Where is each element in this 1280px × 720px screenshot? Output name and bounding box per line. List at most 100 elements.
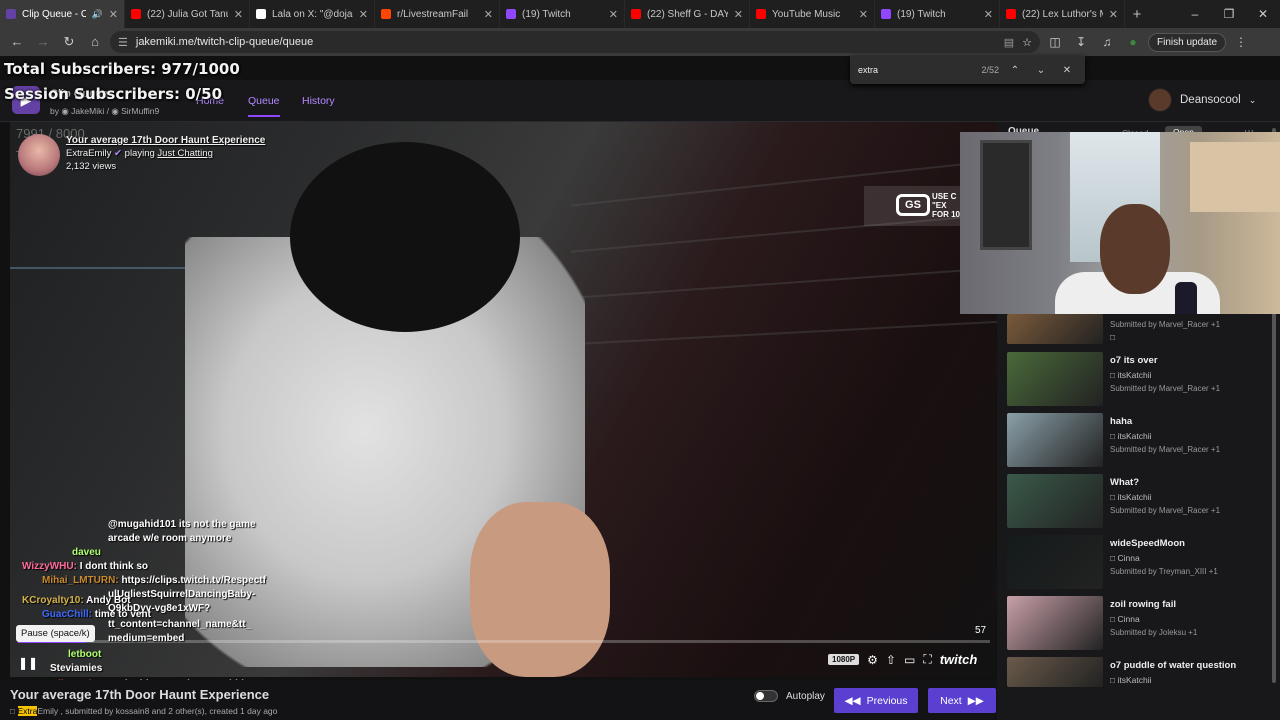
session-subscribers: Session Subscribers: 0/50 — [4, 85, 223, 103]
share-icon[interactable]: ⇧ — [886, 653, 896, 667]
settings-gear-icon[interactable]: ⚙ — [867, 653, 878, 667]
tab-close-icon[interactable]: ✕ — [234, 8, 243, 21]
browser-tab[interactable]: r/LivestreamFail ✕ — [375, 0, 500, 28]
twitch-watermark[interactable]: twitch — [940, 652, 978, 667]
browser-tab[interactable]: (22) Sheff G - DAY N ✕ — [625, 0, 750, 28]
author-link-jakemiki[interactable]: JakeMiki — [71, 106, 104, 116]
cast-icon[interactable]: ▭ — [904, 653, 915, 667]
clip-thumbnail[interactable] — [1007, 474, 1103, 528]
video-subject-hair — [290, 142, 520, 332]
sidebar-icon[interactable]: ◫ — [1044, 31, 1066, 53]
next-button[interactable]: Next ▶▶ — [928, 688, 996, 713]
bookmark-star-icon[interactable]: ☆ — [1022, 36, 1032, 49]
tab-title: (19) Twitch — [897, 8, 946, 20]
quality-badge[interactable]: 1080P — [828, 654, 860, 665]
queue-item[interactable]: o7 puddle of water question □ itsKatchii — [1007, 657, 1272, 713]
tab-close-icon[interactable]: ✕ — [1109, 8, 1118, 21]
find-prev-icon[interactable]: ⌃ — [1005, 65, 1025, 76]
download-icon[interactable]: ↧ — [1070, 31, 1092, 53]
tab-close-icon[interactable]: ✕ — [734, 8, 743, 21]
creator-link[interactable]: ExtraEmily — [66, 148, 111, 159]
find-close-icon[interactable]: ✕ — [1057, 65, 1077, 76]
media-icon[interactable]: ♫ — [1096, 31, 1118, 53]
maximize-icon[interactable]: ❐ — [1212, 0, 1246, 28]
autoplay-toggle[interactable]: Autoplay — [754, 690, 825, 702]
clip-title-link[interactable]: Your average 17th Door Haunt Experience — [66, 134, 265, 147]
chat-username[interactable]: Mihai_LMTURN: — [42, 575, 119, 586]
browser-tab[interactable]: (19) Twitch ✕ — [875, 0, 1000, 28]
sponsor-text: USE C "EX FOR 10 — [932, 192, 961, 219]
queue-item-submitter: Submitted by Marvel_Racer +1 — [1110, 320, 1221, 329]
tab-close-icon[interactable]: ✕ — [609, 8, 618, 21]
finish-update-button[interactable]: Finish update — [1148, 32, 1227, 52]
queue-item-title: zoil rowing fail — [1110, 599, 1176, 610]
clip-thumbnail[interactable] — [1007, 352, 1103, 406]
nav-history[interactable]: History — [302, 95, 335, 107]
browser-tab[interactable]: (19) Twitch ✕ — [500, 0, 625, 28]
tab-close-icon[interactable]: ✕ — [359, 8, 368, 21]
forward-icon[interactable]: → — [32, 31, 54, 53]
minimize-icon[interactable]: – — [1178, 0, 1212, 28]
chat-message: Steviamies — [50, 662, 102, 676]
chat-username[interactable]: GuacChill: — [42, 609, 92, 620]
clip-thumbnail[interactable] — [1007, 413, 1103, 467]
author-link-sirmuffin9[interactable]: SirMuffin9 — [121, 106, 159, 116]
clip-info: Your average 17th Door Haunt Experience … — [18, 134, 265, 176]
find-next-icon[interactable]: ⌄ — [1031, 65, 1051, 76]
find-indicator-icon[interactable]: ▤ — [1004, 36, 1014, 49]
extension-icon[interactable]: ● — [1122, 31, 1144, 53]
queue-item[interactable]: haha □ itsKatchii Submitted by Marvel_Race… — [1007, 413, 1272, 469]
clip-thumbnail[interactable] — [1007, 657, 1103, 687]
chat-username[interactable]: daveu — [72, 547, 101, 558]
speaker-icon[interactable]: 🔊 — [92, 9, 103, 20]
tab-title: Lala on X: "@dojasun — [272, 8, 353, 20]
browser-tab[interactable]: Clip Queue - Ope 🔊 ✕ — [0, 0, 125, 28]
previous-button[interactable]: ◀◀ Previous — [834, 688, 918, 713]
find-input[interactable]: extra — [858, 65, 975, 75]
queue-item[interactable]: □ Submitted by Marvel_Racer +1 — [1007, 314, 1272, 344]
chat-username[interactable]: Steviamies — [50, 663, 102, 674]
browser-tab[interactable]: YouTube Music ✕ — [750, 0, 875, 28]
user-menu[interactable]: Deansocool ⌄ — [1148, 88, 1256, 112]
sponsor-logo: GS — [896, 194, 930, 216]
reload-icon[interactable]: ↻ — [58, 31, 80, 53]
home-icon[interactable]: ⌂ — [84, 31, 106, 53]
nav-queue[interactable]: Queue — [248, 95, 280, 117]
game-link[interactable]: Just Chatting — [157, 148, 212, 159]
url-field[interactable]: ☰ jakemiki.me/twitch-clip-queue/queue ▤ … — [110, 31, 1040, 53]
chat-bubble-icon: □ — [1110, 492, 1116, 502]
fullscreen-icon[interactable]: ⛶ — [923, 652, 931, 667]
new-tab-icon[interactable]: + — [1125, 6, 1149, 23]
clip-thumbnail[interactable] — [1007, 314, 1103, 344]
close-window-icon[interactable]: ✕ — [1246, 0, 1280, 28]
chat-username[interactable]: letboot — [68, 649, 101, 660]
queue-item[interactable]: wideSpeedMoon □ Cinna Submitted by Treyman… — [1007, 535, 1272, 591]
autoplay-switch[interactable] — [754, 690, 778, 702]
url-text: jakemiki.me/twitch-clip-queue/queue — [135, 36, 314, 48]
browser-tab[interactable]: (22) Julia Got Tanuki ✕ — [125, 0, 250, 28]
chat-message: Mihai_LMTURN: https://clips.twitch.tv/Re… — [42, 574, 266, 588]
view-count: 2,132 views — [66, 161, 117, 172]
queue-item[interactable]: zoil rowing fail □ Cinna Submitted by Jole… — [1007, 596, 1272, 652]
browser-tab[interactable]: (22) Lex Luthor's Mo ✕ — [1000, 0, 1125, 28]
chat-username[interactable]: WizzyWHU: — [22, 561, 77, 572]
queue-item-creator: □ itsKatchii — [1110, 492, 1152, 502]
back-icon[interactable]: ← — [6, 31, 28, 53]
queue-item[interactable]: What? □ itsKatchii Submitted by Marvel_Rac… — [1007, 474, 1272, 530]
site-info-icon[interactable]: ☰ — [118, 36, 128, 49]
queue-item-title: wideSpeedMoon — [1110, 538, 1185, 549]
browser-tab[interactable]: Lala on X: "@dojasun ✕ — [250, 0, 375, 28]
tab-close-icon[interactable]: ✕ — [109, 8, 118, 21]
tab-close-icon[interactable]: ✕ — [984, 8, 993, 21]
rewind-icon: ◀◀ — [844, 694, 861, 707]
chat-username[interactable]: KCroyalty10: — [22, 595, 84, 606]
clip-thumbnail[interactable] — [1007, 535, 1103, 589]
creator-avatar[interactable] — [18, 134, 60, 176]
tab-favicon-icon — [381, 9, 391, 19]
tab-title: (19) Twitch — [522, 8, 571, 20]
tab-close-icon[interactable]: ✕ — [859, 8, 868, 21]
tab-close-icon[interactable]: ✕ — [484, 8, 493, 21]
clip-thumbnail[interactable] — [1007, 596, 1103, 650]
browser-menu-icon[interactable]: ⋮ — [1230, 31, 1252, 53]
queue-item[interactable]: o7 its over □ itsKatchii Submitted by Marv… — [1007, 352, 1272, 408]
